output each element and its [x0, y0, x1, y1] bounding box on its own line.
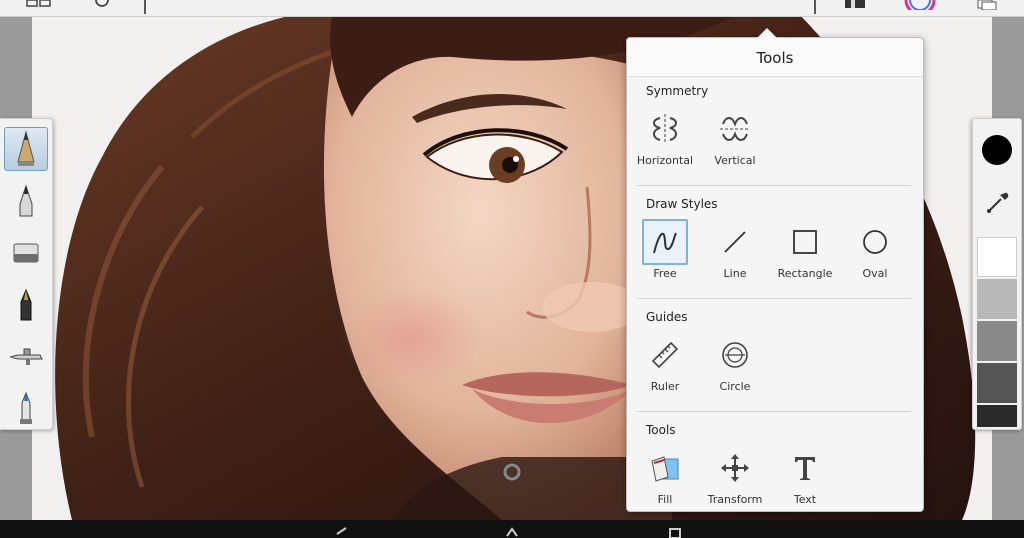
- copy-icon[interactable]: [974, 0, 998, 10]
- popup-arrow: [757, 28, 777, 38]
- eyedropper-icon[interactable]: [985, 189, 1011, 215]
- symmetry-vertical-icon: [720, 117, 750, 141]
- pencil-icon: [17, 130, 35, 166]
- color-swatch-dark-gray[interactable]: [977, 363, 1017, 403]
- line-icon: [724, 231, 746, 253]
- eraser-icon: [13, 243, 39, 263]
- system-navigation-bar: [0, 520, 1024, 538]
- fill-bucket-icon: [651, 456, 679, 482]
- recent-apps-icon[interactable]: [668, 526, 682, 538]
- section-heading-tools: Tools: [646, 423, 676, 437]
- tools-popup: Tools Symmetry Horizontal Vertical Draw …: [626, 28, 924, 512]
- option-symmetry-vertical[interactable]: Vertical: [700, 106, 770, 167]
- option-draw-oval[interactable]: Oval: [840, 219, 910, 280]
- color-panel: [972, 118, 1022, 430]
- back-icon[interactable]: [334, 526, 348, 538]
- brush-eraser[interactable]: [4, 231, 48, 275]
- option-label: Transform: [707, 493, 763, 506]
- section-heading-symmetry: Symmetry: [646, 84, 709, 98]
- option-guide-circle[interactable]: Circle: [700, 332, 770, 393]
- settings-icon[interactable]: [92, 0, 112, 10]
- top-toolbar: [0, 0, 1024, 17]
- oval-icon: [863, 230, 887, 254]
- home-icon[interactable]: [505, 526, 519, 538]
- text-icon: [795, 457, 815, 480]
- brush-marker[interactable]: [4, 387, 48, 431]
- option-label: Horizontal: [636, 154, 694, 167]
- free-draw-icon: [653, 232, 677, 254]
- option-label: Rectangle: [777, 267, 833, 280]
- ruler-icon: [651, 341, 679, 369]
- option-label: Free: [653, 267, 677, 280]
- section-heading-draw-styles: Draw Styles: [646, 197, 718, 211]
- layout-icon[interactable]: [26, 0, 52, 10]
- option-label: Fill: [657, 493, 673, 506]
- option-label: Line: [723, 267, 747, 280]
- color-wheel-icon[interactable]: [904, 0, 936, 10]
- option-tool-transform[interactable]: Transform: [700, 445, 770, 506]
- option-tool-text[interactable]: Text: [770, 445, 840, 506]
- option-draw-rectangle[interactable]: Rectangle: [770, 219, 840, 280]
- transform-icon: [721, 454, 749, 482]
- option-label: Oval: [862, 267, 888, 280]
- color-swatch-light-gray[interactable]: [977, 279, 1017, 319]
- section-divider: [637, 298, 911, 299]
- brush-ink-pen[interactable]: [4, 283, 48, 327]
- layers-icon[interactable]: [842, 0, 868, 10]
- popup-title: Tools: [627, 38, 923, 77]
- color-swatch-gray[interactable]: [977, 321, 1017, 361]
- option-draw-free[interactable]: Free: [630, 219, 700, 280]
- current-color-swatch[interactable]: [982, 135, 1012, 165]
- rectangle-icon: [793, 230, 817, 254]
- option-tool-fill[interactable]: Fill: [630, 445, 700, 506]
- section-divider: [637, 411, 911, 412]
- option-guide-ruler[interactable]: Ruler: [630, 332, 700, 393]
- section-heading-guides: Guides: [646, 310, 688, 324]
- airbrush-icon: [9, 348, 43, 365]
- marker-icon: [20, 391, 32, 424]
- option-label: Ruler: [650, 380, 680, 393]
- ink-pen-icon: [20, 288, 32, 321]
- option-symmetry-horizontal[interactable]: Horizontal: [630, 106, 700, 167]
- color-swatch-white[interactable]: [977, 237, 1017, 277]
- symmetry-horizontal-icon: [653, 114, 677, 144]
- option-draw-line[interactable]: Line: [700, 219, 770, 280]
- option-label: Vertical: [714, 154, 756, 167]
- toolbar-divider: [144, 0, 146, 14]
- circle-guide-icon: [722, 342, 748, 368]
- option-label: Circle: [719, 380, 751, 393]
- section-divider: [637, 185, 911, 186]
- option-label: Text: [793, 493, 817, 506]
- ballpoint-pen-icon: [19, 184, 33, 217]
- brush-toolbar: [0, 118, 53, 430]
- color-swatch-charcoal[interactable]: [977, 405, 1017, 427]
- toolbar-divider: [814, 0, 816, 14]
- brush-airbrush[interactable]: [4, 335, 48, 379]
- brush-pencil[interactable]: [4, 127, 48, 171]
- brush-ballpoint[interactable]: [4, 179, 48, 223]
